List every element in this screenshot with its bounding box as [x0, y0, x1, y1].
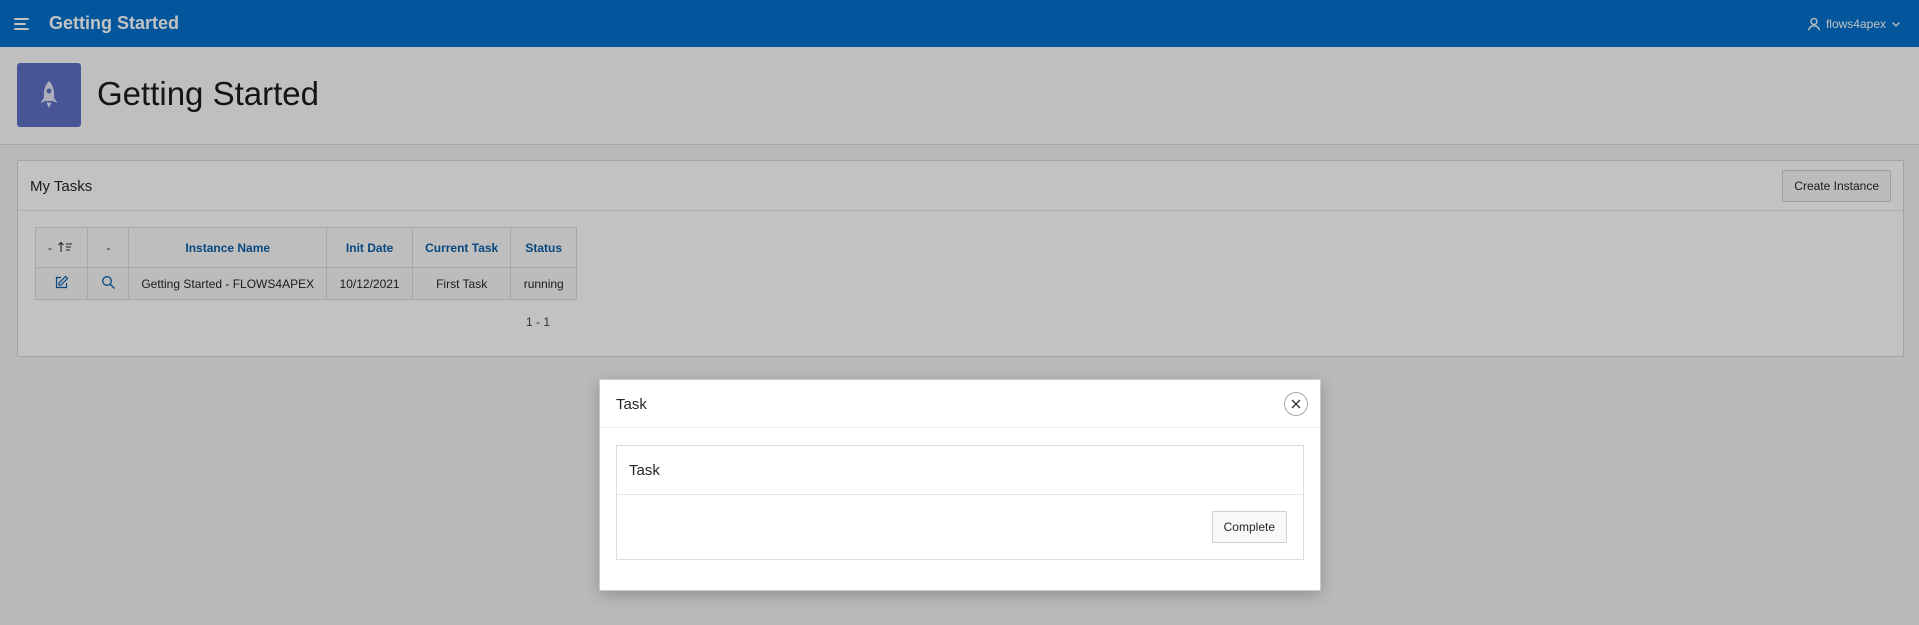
- dialog-title: Task: [616, 396, 647, 413]
- task-dialog: Task Task Complete: [599, 379, 1321, 591]
- close-icon[interactable]: [1284, 392, 1308, 416]
- dialog-divider: [600, 427, 1320, 428]
- task-region: Task Complete: [616, 445, 1304, 560]
- task-region-divider: [617, 494, 1303, 495]
- complete-button[interactable]: Complete: [1211, 511, 1287, 543]
- task-region-title: Task: [629, 462, 660, 479]
